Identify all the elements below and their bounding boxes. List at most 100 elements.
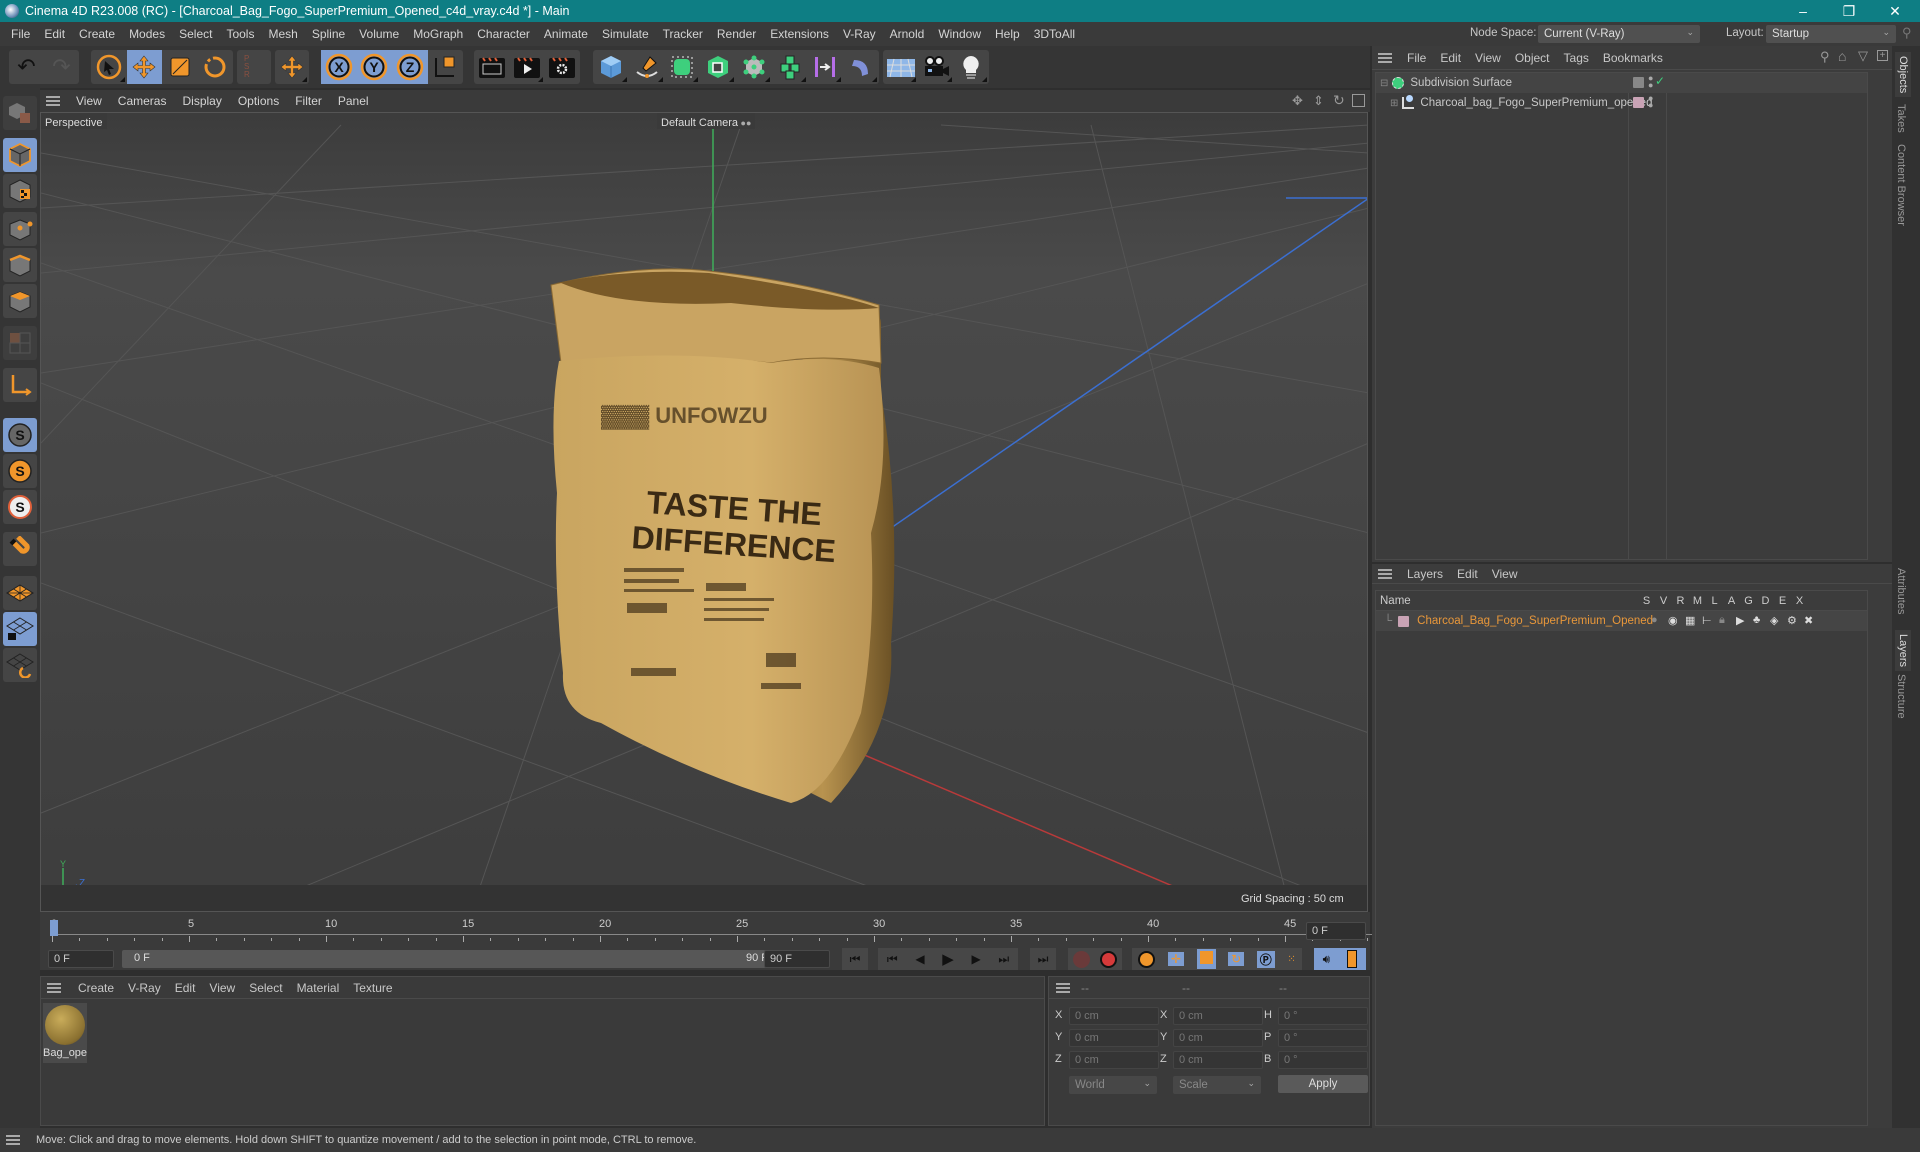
extrude-button[interactable]: [700, 50, 736, 84]
menu-tools[interactable]: Tools: [219, 27, 261, 41]
layer-name[interactable]: Charcoal_Bag_Fogo_SuperPremium_Opened: [1417, 615, 1653, 627]
size-y-field[interactable]: 0 cm: [1173, 1029, 1263, 1047]
subdivision-button[interactable]: [665, 50, 701, 84]
solo-icon[interactable]: ●: [1651, 614, 1664, 627]
film-icon[interactable]: [1347, 950, 1358, 968]
hamburger-icon[interactable]: [47, 982, 61, 993]
current-frame-field[interactable]: 0 F: [1306, 922, 1366, 940]
viewport-menu-options[interactable]: Options: [230, 94, 287, 108]
enabled-check-icon[interactable]: ✓: [1655, 74, 1665, 88]
material-menu-edit[interactable]: Edit: [168, 981, 203, 995]
material-item[interactable]: Bag_ope: [43, 1003, 87, 1063]
pen-button[interactable]: [629, 50, 665, 84]
bend-button[interactable]: [843, 50, 879, 84]
viewport-menu-view[interactable]: View: [68, 94, 110, 108]
material-menu-create[interactable]: Create: [71, 981, 121, 995]
menu-simulate[interactable]: Simulate: [595, 27, 656, 41]
go-to-end-button[interactable]: ⏭: [1030, 948, 1056, 970]
play-icon[interactable]: ▶: [942, 950, 954, 968]
menu-create[interactable]: Create: [72, 27, 122, 41]
objects-menu-bookmarks[interactable]: Bookmarks: [1596, 51, 1670, 65]
viewport-menu-panel[interactable]: Panel: [330, 94, 377, 108]
menu-vray[interactable]: V-Ray: [836, 27, 883, 41]
search-icon[interactable]: ⚲: [1902, 25, 1912, 41]
visibility-dots-icon[interactable]: ● ●: [1648, 74, 1653, 90]
column-m[interactable]: M: [1689, 595, 1706, 607]
column-d[interactable]: D: [1757, 595, 1774, 607]
live-selection-button[interactable]: [91, 50, 127, 84]
transform-button[interactable]: [275, 50, 309, 84]
x-axis-button[interactable]: X: [321, 50, 357, 84]
hamburger-icon[interactable]: [1056, 982, 1070, 993]
material-menu-vray[interactable]: V-Ray: [121, 981, 168, 995]
objects-menu-tags[interactable]: Tags: [1557, 51, 1596, 65]
search-icon[interactable]: ⚲: [1820, 49, 1830, 65]
column-v[interactable]: V: [1655, 595, 1672, 607]
move-button[interactable]: [126, 50, 162, 84]
menu-modes[interactable]: Modes: [122, 27, 172, 41]
end-frame-field[interactable]: 90 F: [764, 950, 830, 968]
prev-key-icon[interactable]: ⏮: [887, 952, 898, 967]
menu-3dtoall[interactable]: 3DToAll: [1027, 27, 1082, 41]
menu-render[interactable]: Render: [710, 27, 763, 41]
menu-character[interactable]: Character: [470, 27, 537, 41]
start-frame-field[interactable]: 0 F: [48, 950, 114, 968]
charcoal-bag-model[interactable]: ▓▓▓ UNFOWZU TASTE THE DIFFERENCE: [550, 268, 895, 803]
cloner-button[interactable]: [736, 50, 772, 84]
undo-button[interactable]: ↶: [9, 50, 44, 84]
workplane-button[interactable]: [3, 576, 37, 610]
floor-button[interactable]: [883, 50, 918, 84]
maximize-view-icon[interactable]: [1352, 94, 1365, 107]
layer-color-swatch[interactable]: [1398, 615, 1410, 627]
rotate-view-icon[interactable]: ↻: [1333, 92, 1345, 109]
mograph-button[interactable]: [772, 50, 808, 84]
manager-icon[interactable]: ⊢: [1702, 614, 1715, 627]
coordinate-system-button[interactable]: [428, 50, 464, 84]
restore-button[interactable]: ❐: [1826, 0, 1872, 22]
key-rotation-icon[interactable]: ↻: [1228, 952, 1245, 966]
expressions-icon[interactable]: ⚙: [1787, 614, 1800, 627]
column-a[interactable]: A: [1723, 595, 1740, 607]
layers-menu-layers[interactable]: Layers: [1400, 567, 1450, 581]
layer-row[interactable]: └ Charcoal_Bag_Fogo_SuperPremium_Opened …: [1376, 611, 1867, 631]
menu-file[interactable]: File: [4, 27, 37, 41]
menu-help[interactable]: Help: [988, 27, 1027, 41]
point-mode-button[interactable]: [3, 212, 37, 246]
deformers-icon[interactable]: ◈: [1770, 614, 1783, 627]
redo-button[interactable]: ↷: [44, 50, 79, 84]
pos-x-field[interactable]: 0 cm: [1069, 1007, 1159, 1025]
dolly-view-icon[interactable]: ⇕: [1313, 93, 1324, 109]
model-mode-button[interactable]: [3, 138, 37, 172]
z-axis-button[interactable]: Z: [392, 50, 428, 84]
rot-p-field[interactable]: 0 °: [1278, 1029, 1368, 1047]
lock-icon[interactable]: 🔒︎: [1719, 614, 1732, 627]
prev-frame-icon[interactable]: ◀: [915, 952, 924, 966]
visibility-dots-icon[interactable]: ● ●: [1648, 94, 1653, 110]
material-menu-select[interactable]: Select: [242, 981, 289, 995]
menu-extensions[interactable]: Extensions: [763, 27, 836, 41]
soft-selection-button[interactable]: S: [3, 490, 37, 524]
objects-menu-object[interactable]: Object: [1508, 51, 1557, 65]
coordinate-mode-select[interactable]: Scale ⌄: [1173, 1076, 1261, 1094]
hamburger-icon[interactable]: [1378, 52, 1392, 63]
column-x[interactable]: X: [1791, 595, 1808, 607]
menu-window[interactable]: Window: [931, 27, 988, 41]
render-settings-button[interactable]: [545, 50, 580, 84]
camera-button[interactable]: [918, 50, 953, 84]
collapse-icon[interactable]: ⊟: [1380, 78, 1388, 89]
deformer-button[interactable]: [808, 50, 844, 84]
layers-menu-view[interactable]: View: [1485, 567, 1525, 581]
rot-h-field[interactable]: 0 °: [1278, 1007, 1368, 1025]
size-z-field[interactable]: 0 cm: [1173, 1051, 1263, 1069]
render-picture-viewer-button[interactable]: [509, 50, 544, 84]
menu-edit[interactable]: Edit: [37, 27, 72, 41]
layers-menu-edit[interactable]: Edit: [1450, 567, 1485, 581]
visible-icon[interactable]: ◉: [1668, 614, 1681, 627]
hamburger-icon[interactable]: [46, 96, 60, 106]
go-to-start-button[interactable]: ⏮: [842, 948, 868, 970]
expand-icon[interactable]: ⊞: [1390, 98, 1398, 109]
psr-button[interactable]: PSR: [237, 50, 271, 84]
menu-mograph[interactable]: MoGraph: [406, 27, 470, 41]
editor-toggle-icon[interactable]: [1633, 77, 1644, 88]
object-row-subdivision[interactable]: ⊟ Subdivision Surface ● ● ✓: [1376, 73, 1867, 93]
